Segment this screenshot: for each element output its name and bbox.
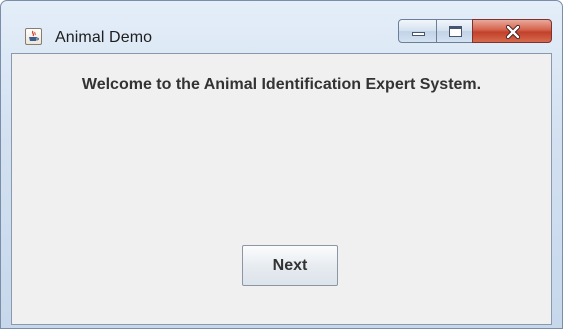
maximize-button[interactable] [436,19,473,43]
minimize-button[interactable] [398,19,437,43]
window-title: Animal Demo [55,29,153,46]
welcome-message: Welcome to the Animal Identification Exp… [81,76,482,93]
close-icon [505,24,521,40]
application-window: Animal Demo Welcome to the Animal Identi… [0,0,563,329]
caption-buttons [398,19,553,43]
content-panel: Welcome to the Animal Identification Exp… [11,53,552,325]
maximize-icon [449,26,462,37]
close-button[interactable] [472,19,552,43]
minimize-icon [412,32,425,36]
next-button[interactable]: Next [242,245,338,286]
java-cup-icon[interactable] [25,28,42,45]
title-bar[interactable]: Animal Demo [1,1,562,53]
